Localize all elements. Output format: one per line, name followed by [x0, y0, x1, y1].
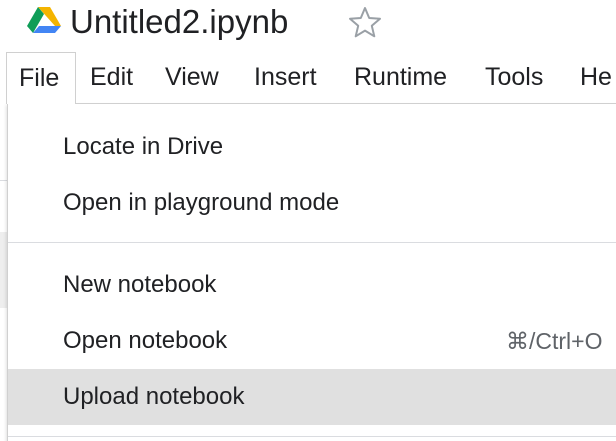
menu-item-open-notebook[interactable]: Open notebook ⌘/Ctrl+O — [8, 313, 616, 369]
menu-insert[interactable]: Insert — [254, 50, 317, 104]
file-menu-dropdown: Locate in Drive Open in playground mode … — [7, 103, 616, 441]
menu-item-label: New notebook — [63, 271, 217, 298]
title-bar: Untitled2.ipynb — [0, 0, 616, 46]
google-drive-icon[interactable] — [27, 6, 61, 34]
menu-tools[interactable]: Tools — [485, 50, 543, 104]
menu-divider — [8, 436, 616, 437]
menu-item-label: Open notebook — [63, 327, 228, 354]
menu-help[interactable]: He — [580, 50, 612, 104]
menu-item-label: Upload notebook — [63, 383, 245, 410]
menu-edit[interactable]: Edit — [90, 50, 133, 104]
menu-item-label: Locate in Drive — [63, 133, 224, 160]
notebook-title[interactable]: Untitled2.ipynb — [70, 0, 288, 44]
menu-view[interactable]: View — [165, 50, 219, 104]
menu-divider — [8, 242, 616, 243]
menu-item-label: Open in playground mode — [63, 189, 340, 216]
menu-item-upload-notebook[interactable]: Upload notebook — [8, 369, 616, 425]
menu-item-shortcut: ⌘/Ctrl+O — [506, 328, 603, 354]
menu-bar: File Edit View Insert Runtime Tools He — [0, 50, 616, 104]
menu-file[interactable]: File — [6, 52, 76, 104]
star-outline-icon[interactable] — [347, 5, 383, 39]
menu-item-open-playground[interactable]: Open in playground mode — [8, 175, 616, 231]
menu-item-new-notebook[interactable]: New notebook — [8, 257, 616, 313]
menu-item-locate-in-drive[interactable]: Locate in Drive — [8, 119, 616, 175]
menu-runtime[interactable]: Runtime — [354, 50, 447, 104]
